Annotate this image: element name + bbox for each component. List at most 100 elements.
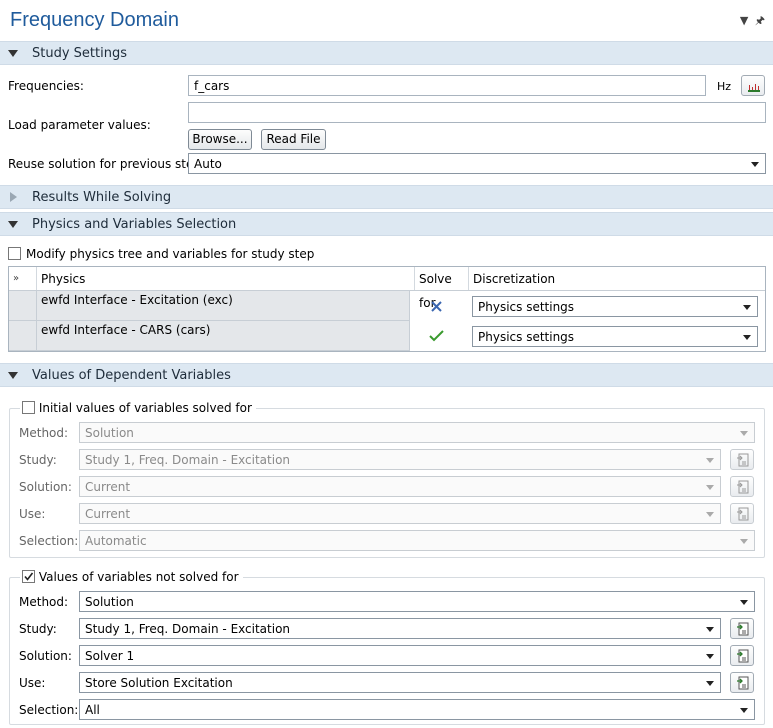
not-solved-study-value: Study 1, Freq. Domain - Excitation: [85, 622, 291, 636]
chevron-down-icon: [740, 600, 748, 605]
not-solved-selection-value: All: [85, 703, 100, 717]
initial-solution-value: Current: [85, 480, 131, 494]
initial-use-select[interactable]: Current: [79, 503, 721, 524]
range-icon: [748, 84, 760, 92]
not-solved-use-value: Store Solution Excitation: [85, 676, 233, 690]
not-solved-method-select[interactable]: Solution: [79, 591, 755, 612]
go-to-source-button[interactable]: [730, 672, 754, 693]
study-label: Study:: [19, 453, 57, 467]
discretization-select[interactable]: Physics settings: [472, 296, 758, 317]
discretization-value: Physics settings: [478, 330, 575, 344]
chevron-down-icon: [740, 539, 748, 544]
selection-label: Selection:: [19, 534, 79, 548]
go-to-source-icon: [737, 676, 749, 690]
initial-solution-select[interactable]: Current: [79, 476, 721, 497]
not-solved-solution-value: Solver 1: [85, 649, 135, 663]
section-physics-selection[interactable]: Physics and Variables Selection: [0, 212, 773, 236]
reuse-solution-select[interactable]: Auto: [188, 153, 766, 174]
not-solved-checkbox[interactable]: [22, 570, 35, 583]
column-header-physics[interactable]: Physics: [37, 267, 415, 291]
method-label: Method:: [19, 595, 69, 609]
read-file-button[interactable]: Read File: [261, 129, 326, 150]
modify-physics-label: Modify physics tree and variables for st…: [26, 247, 315, 261]
modify-physics-checkbox[interactable]: [8, 247, 21, 260]
section-title: Physics and Variables Selection: [32, 217, 237, 232]
solution-label: Solution:: [19, 649, 72, 663]
section-dependent-values[interactable]: Values of Dependent Variables: [0, 363, 773, 387]
chevron-down-icon: [706, 458, 714, 463]
section-results-while-solving[interactable]: Results While Solving: [0, 185, 773, 209]
chevron-down-icon: [743, 305, 751, 310]
go-to-source-button[interactable]: [730, 618, 754, 639]
physics-name: ewfd Interface - Excitation (exc): [41, 293, 233, 307]
not-solved-label: Values of variables not solved for: [38, 570, 239, 584]
load-parameter-input[interactable]: [188, 102, 766, 123]
chevron-down-icon: [706, 512, 714, 517]
initial-selection-value: Automatic: [85, 534, 147, 548]
collapse-icon: [8, 372, 18, 379]
method-label: Method:: [19, 426, 69, 440]
chevron-down-icon: [706, 681, 714, 686]
window-tools[interactable]: ▼ 🖈: [740, 12, 765, 31]
initial-values-legend: Initial values of variables solved for: [20, 401, 256, 415]
frequencies-input[interactable]: f_cars: [188, 75, 706, 96]
selection-label: Selection:: [19, 703, 79, 717]
initial-study-select[interactable]: Study 1, Freq. Domain - Excitation: [79, 449, 721, 470]
chevron-down-icon: [740, 431, 748, 436]
dropdown-icon[interactable]: ▼: [740, 14, 748, 27]
not-solved-study-select[interactable]: Study 1, Freq. Domain - Excitation: [79, 618, 721, 639]
collapse-icon: [8, 50, 18, 57]
load-parameter-label: Load parameter values:: [8, 118, 151, 132]
go-to-source-icon: [737, 453, 749, 467]
initial-values-label: Initial values of variables solved for: [38, 401, 252, 415]
initial-study-value: Study 1, Freq. Domain - Excitation: [85, 453, 291, 467]
use-label: Use:: [19, 676, 46, 690]
chevron-down-icon: [706, 627, 714, 632]
go-to-source-icon: [737, 507, 749, 521]
use-label: Use:: [19, 507, 46, 521]
discretization-value: Physics settings: [478, 300, 575, 314]
not-solved-use-select[interactable]: Store Solution Excitation: [79, 672, 721, 693]
physics-table: » Physics Solve for Discretization ewfd …: [8, 266, 766, 352]
initial-use-value: Current: [85, 507, 131, 521]
section-title: Study Settings: [32, 46, 127, 61]
initial-values-checkbox[interactable]: [22, 401, 35, 414]
range-button[interactable]: [741, 75, 765, 96]
not-solved-solution-select[interactable]: Solver 1: [79, 645, 721, 666]
reuse-solution-value: Auto: [194, 157, 222, 171]
checkmark-icon: [24, 572, 34, 581]
go-to-source-button[interactable]: [730, 476, 754, 497]
chevron-down-icon: [751, 162, 759, 167]
section-study-settings[interactable]: Study Settings: [0, 41, 773, 65]
section-title: Results While Solving: [32, 190, 172, 205]
chevron-down-icon: [706, 485, 714, 490]
go-to-source-button[interactable]: [730, 503, 754, 524]
column-header-discretization[interactable]: Discretization: [469, 267, 765, 291]
collapse-icon: [8, 221, 18, 228]
solution-label: Solution:: [19, 480, 72, 494]
expand-icon: [10, 192, 17, 202]
reuse-solution-label: Reuse solution for previous step:: [8, 157, 206, 171]
initial-method-value: Solution: [85, 426, 134, 440]
study-label: Study:: [19, 622, 57, 636]
not-solved-method-value: Solution: [85, 595, 134, 609]
initial-method-select[interactable]: Solution: [79, 422, 755, 443]
go-to-source-icon: [737, 622, 749, 636]
go-to-source-button[interactable]: [730, 645, 754, 666]
expand-all-icon[interactable]: »: [9, 267, 37, 291]
discretization-select[interactable]: Physics settings: [472, 326, 758, 347]
go-to-source-button[interactable]: [730, 449, 754, 470]
go-to-source-icon: [737, 649, 749, 663]
chevron-down-icon: [706, 654, 714, 659]
not-solved-legend: Values of variables not solved for: [20, 570, 243, 584]
initial-selection-select[interactable]: Automatic: [79, 530, 755, 551]
pin-icon[interactable]: 🖈: [755, 14, 765, 27]
column-header-solve-for[interactable]: Solve for: [415, 267, 469, 310]
browse-button[interactable]: Browse...: [188, 129, 252, 150]
frequencies-label: Frequencies:: [8, 79, 84, 93]
check-icon[interactable]: [429, 329, 444, 345]
section-title: Values of Dependent Variables: [32, 368, 231, 383]
cross-icon[interactable]: [430, 300, 443, 316]
page-title: Frequency Domain: [10, 9, 179, 31]
not-solved-selection-select[interactable]: All: [79, 699, 755, 720]
